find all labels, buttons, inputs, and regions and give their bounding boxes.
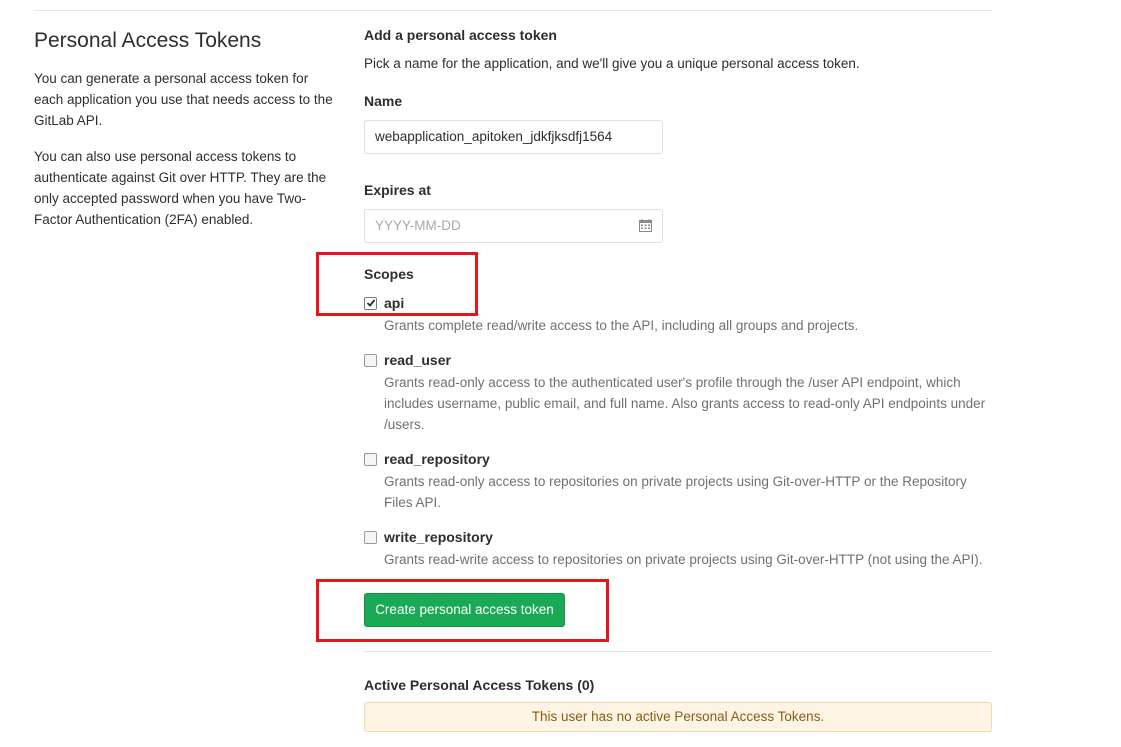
scope-read-repository: read_repository Grants read-only access … <box>364 451 994 513</box>
scope-read-repository-description: Grants read-only access to repositories … <box>384 474 967 510</box>
scope-read-user-checkbox[interactable] <box>364 354 377 367</box>
scope-write-repository-description: Grants read-write access to repositories… <box>384 552 983 567</box>
button-highlight-box <box>316 579 609 642</box>
form-description: Pick a name for the application, and we'… <box>364 56 860 71</box>
scope-write-repository-checkbox[interactable] <box>364 531 377 544</box>
name-label: Name <box>364 93 403 109</box>
no-tokens-notice: This user has no active Personal Access … <box>364 702 992 732</box>
top-divider <box>34 10 992 11</box>
description-paragraph-2: You can also use personal access tokens … <box>34 149 327 227</box>
expires-input[interactable]: YYYY-MM-DD <box>364 209 663 243</box>
settings-description: Personal Access Tokens You can generate … <box>34 28 334 245</box>
scope-read-user: read_user Grants read-only access to the… <box>364 352 994 435</box>
section-divider <box>364 651 992 652</box>
scope-write-repository-name: write_repository <box>384 529 493 545</box>
scope-write-repository: write_repository Grants read-write acces… <box>364 529 994 570</box>
scope-api-description: Grants complete read/write access to the… <box>384 318 859 333</box>
scope-read-user-name: read_user <box>384 352 451 368</box>
page-title: Personal Access Tokens <box>34 29 262 52</box>
active-tokens-title: Active Personal Access Tokens (0) <box>364 677 595 693</box>
description-paragraph-1: You can generate a personal access token… <box>34 71 333 128</box>
scope-read-repository-name: read_repository <box>384 451 490 467</box>
expires-label: Expires at <box>364 182 431 198</box>
expires-placeholder: YYYY-MM-DD <box>375 218 461 233</box>
scope-read-user-description: Grants read-only access to the authentic… <box>384 375 986 432</box>
calendar-icon[interactable] <box>639 219 652 232</box>
name-input[interactable]: webapplication_apitoken_jdkfjksdfj1564 <box>364 120 663 154</box>
form-title: Add a personal access token <box>364 27 557 43</box>
scopes-highlight-box <box>316 252 478 316</box>
scope-read-repository-checkbox[interactable] <box>364 453 377 466</box>
